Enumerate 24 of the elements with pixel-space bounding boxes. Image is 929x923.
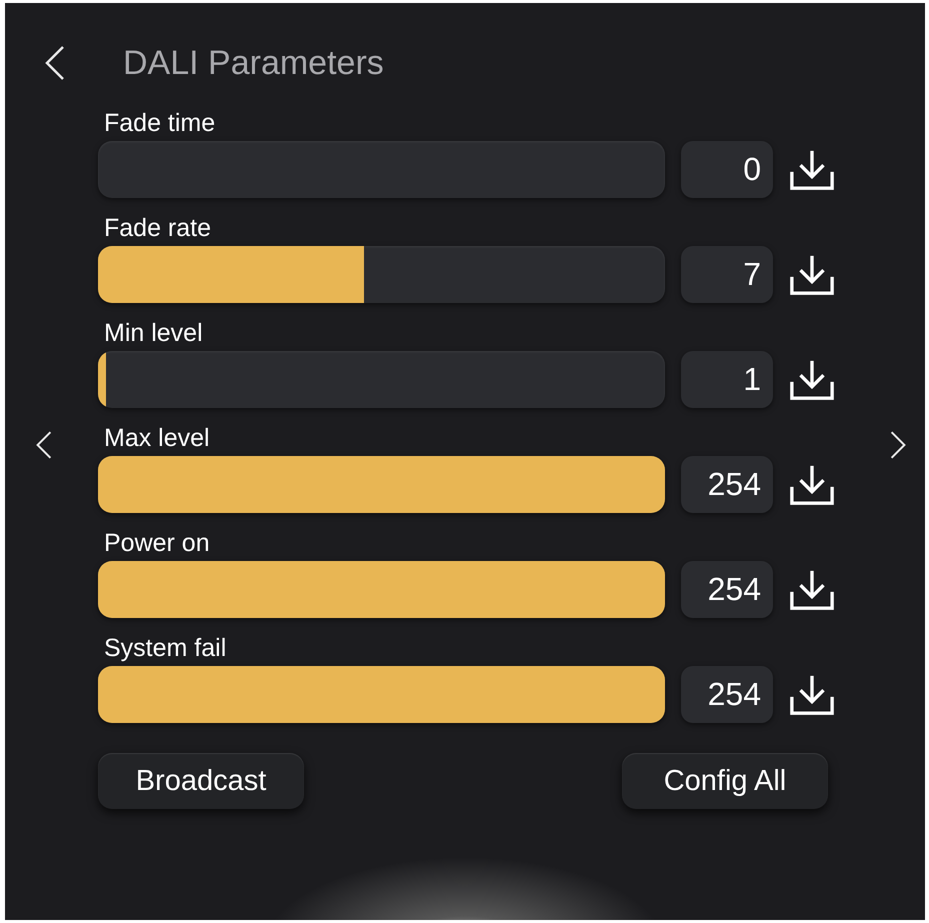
slider-track[interactable]	[98, 141, 665, 198]
action-button[interactable]: Broadcast	[98, 753, 304, 809]
value-field[interactable]: 0	[681, 141, 773, 198]
slider-track[interactable]	[98, 246, 665, 303]
value-field[interactable]: 7	[681, 246, 773, 303]
chevron-left-icon[interactable]	[36, 429, 52, 461]
slider-track[interactable]	[98, 456, 665, 513]
parameter-label: Min level	[103, 318, 204, 348]
slider-track[interactable]	[98, 561, 665, 618]
parameter-label: Fade rate	[103, 213, 212, 243]
chevron-right-icon[interactable]	[890, 429, 906, 461]
slider-track[interactable]	[98, 666, 665, 723]
page-title: DALI Parameters	[123, 44, 384, 82]
parameter-label: Max level	[103, 423, 211, 453]
value-field[interactable]: 254	[681, 561, 773, 618]
value-field[interactable]: 1	[681, 351, 773, 408]
chevron-left-icon[interactable]	[45, 45, 65, 81]
action-button[interactable]: Config All	[622, 753, 828, 809]
value-field[interactable]: 254	[681, 666, 773, 723]
parameter-label: System fail	[103, 633, 228, 663]
parameter-label: Fade time	[103, 108, 216, 138]
value-field[interactable]: 254	[681, 456, 773, 513]
slider-track[interactable]	[98, 351, 665, 408]
parameter-label: Power on	[103, 528, 211, 558]
